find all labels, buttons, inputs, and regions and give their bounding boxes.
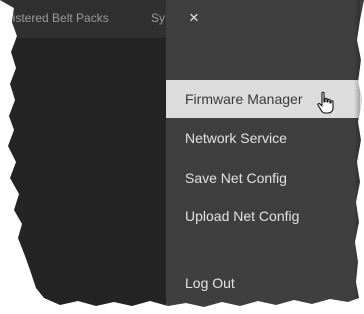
menu-item-label: Firmware Manager (185, 91, 303, 107)
close-icon[interactable]: × (184, 8, 204, 28)
menu-item-label: Network Service (185, 130, 287, 146)
menu-item-network-service[interactable]: Network Service (166, 119, 364, 157)
menu-item-log-out[interactable]: Log Out (166, 264, 364, 302)
torn-screenshot-frame: gistered Belt Packs Sy × Firmware Manage… (0, 0, 364, 307)
menu-item-label: Log Out (185, 275, 235, 291)
menu-item-label: Save Net Config (185, 170, 287, 186)
screenshot: gistered Belt Packs Sy × Firmware Manage… (0, 0, 364, 314)
menu-item-save-net-config[interactable]: Save Net Config (166, 159, 364, 197)
menu-item-upload-net-config[interactable]: Upload Net Config (166, 197, 364, 235)
menu-item-label: Upload Net Config (185, 208, 300, 224)
hand-pointer-icon (317, 91, 334, 114)
top-tab-bar: gistered Belt Packs Sy (0, 0, 166, 38)
tab-system[interactable]: Sy (151, 11, 165, 25)
background-panel (0, 0, 166, 307)
tab-registered-belt-packs[interactable]: gistered Belt Packs (6, 11, 109, 25)
edge-shadow (354, 0, 360, 307)
